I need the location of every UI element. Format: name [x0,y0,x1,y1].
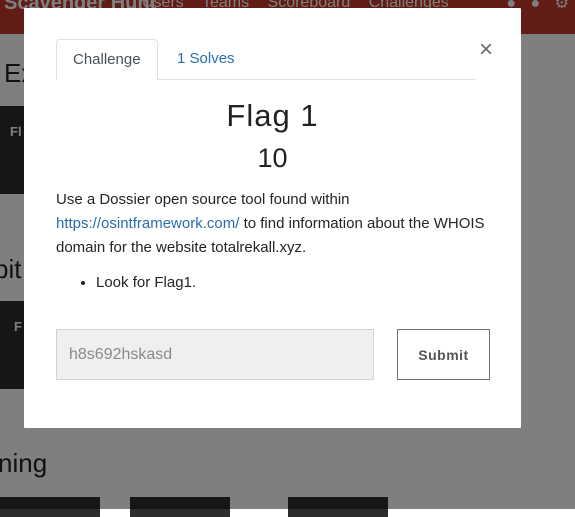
flag-input[interactable] [56,329,374,380]
submit-button[interactable]: Submit [397,329,490,380]
modal-tabs: Challenge 1 Solves [56,39,476,80]
tab-challenge[interactable]: Challenge [56,39,158,80]
challenge-modal: × Challenge 1 Solves Flag 1 10 Use a Dos… [24,8,521,428]
challenge-description: Use a Dossier open source tool found wit… [56,188,486,260]
osint-framework-link[interactable]: https://osintframework.com/ [56,215,239,232]
challenge-title: Flag 1 [226,98,319,133]
tab-solves[interactable]: 1 Solves [161,39,251,79]
description-text-before: Use a Dossier open source tool found wit… [56,191,350,208]
list-item: Look for Flag1. [96,274,196,291]
challenge-value: 10 [257,143,288,173]
hint-list: Look for Flag1. [76,274,196,291]
close-button[interactable]: × [479,38,493,62]
